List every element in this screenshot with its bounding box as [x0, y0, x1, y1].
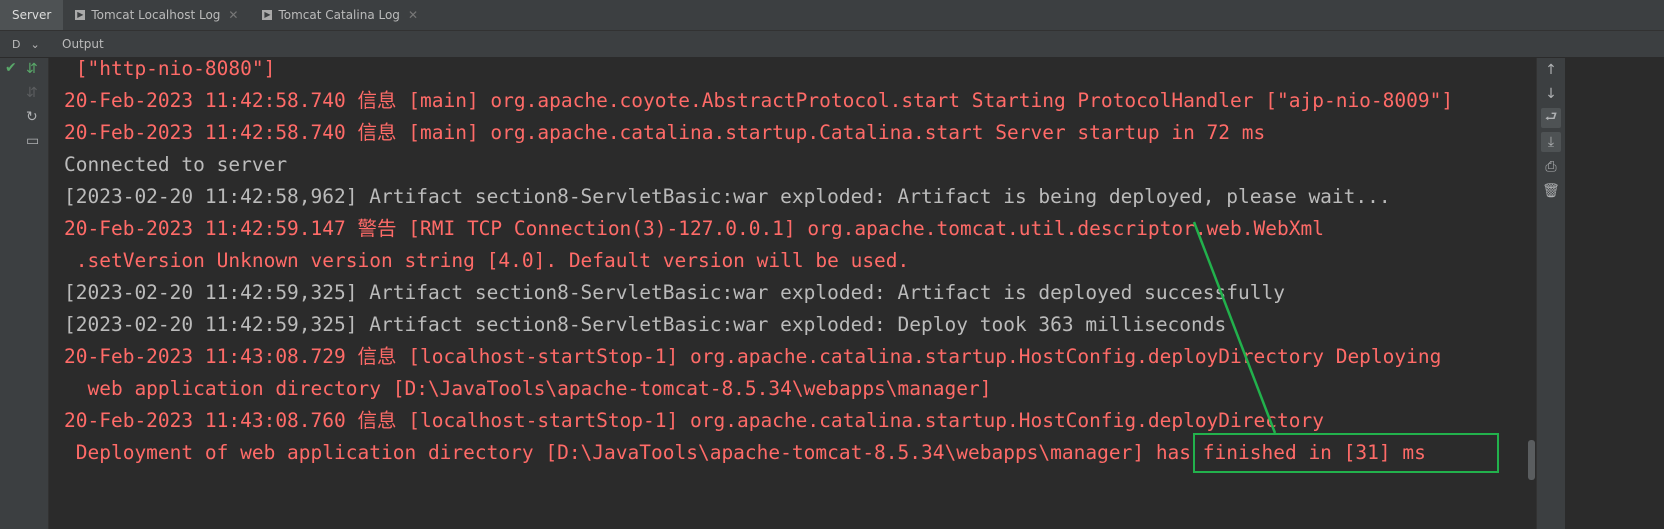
right-toolbar: ↑ ↓ ⮐ ⤓ ⎙ 🗑	[1536, 58, 1565, 529]
print-icon[interactable]: ⎙	[1541, 157, 1561, 177]
scroll-to-end-icon[interactable]: ⤓	[1541, 132, 1561, 152]
left-toolbar: ✔ ⇵ ⇵ ↻ ▭	[0, 58, 49, 529]
console-line: [2023-02-20 11:42:59,325] Artifact secti…	[64, 281, 1285, 304]
console-line: 20-Feb-2023 11:42:59.147 警告 [RMI TCP Con…	[64, 217, 1324, 240]
console-line: Connected to server	[64, 153, 288, 176]
undeploy-icon[interactable]: ⇵	[26, 85, 38, 101]
tab-label: Tomcat Catalina Log	[278, 8, 400, 22]
chevron-down-icon: ⌄	[30, 37, 40, 51]
check-icon: ✔	[5, 60, 17, 76]
soft-wrap-icon[interactable]: ⮐	[1541, 108, 1561, 128]
tab-tomcat-catalina-log[interactable]: ▶ Tomcat Catalina Log ✕	[250, 0, 430, 30]
refresh-icon[interactable]: ↻	[26, 109, 38, 125]
highlight-box	[1193, 433, 1499, 473]
tab-label: Server	[12, 8, 52, 22]
output-tab[interactable]: Output	[62, 37, 104, 51]
deploy-icon[interactable]: ⇵	[26, 61, 38, 77]
console-line: ["http-nio-8080"]	[64, 58, 276, 80]
console-line: 20-Feb-2023 11:42:58.740 信息 [main] org.a…	[64, 89, 1454, 112]
add-config-icon[interactable]: ▭	[26, 133, 39, 149]
tab-tomcat-localhost-log[interactable]: ▶ Tomcat Localhost Log ✕	[63, 0, 250, 30]
console-line: [2023-02-20 11:42:59,325] Artifact secti…	[64, 313, 1227, 336]
close-icon[interactable]: ✕	[228, 8, 238, 22]
trash-icon[interactable]: 🗑	[1541, 181, 1561, 201]
output-header-bar: D ⌄ Output	[0, 31, 1664, 58]
log-tab-icon: ▶	[262, 10, 273, 20]
arrow-down-icon[interactable]: ↓	[1541, 84, 1561, 104]
tool-window-tab-bar: Server ▶ Tomcat Localhost Log ✕ ▶ Tomcat…	[0, 0, 1664, 31]
deployment-dropdown[interactable]: D ⌄	[0, 38, 48, 51]
console-line: [2023-02-20 11:42:58,962] Artifact secti…	[64, 185, 1391, 208]
console-line: 20-Feb-2023 11:43:08.760 信息 [localhost-s…	[64, 409, 1324, 432]
scrollbar-thumb[interactable]	[1528, 440, 1535, 480]
arrow-up-icon[interactable]: ↑	[1541, 60, 1561, 80]
close-icon[interactable]: ✕	[408, 8, 418, 22]
console-line: 20-Feb-2023 11:42:58.740 信息 [main] org.a…	[64, 121, 1266, 144]
dropdown-value: D	[12, 37, 21, 51]
tab-server[interactable]: Server	[0, 0, 64, 30]
console-line: web application directory [D:\JavaTools\…	[64, 377, 992, 400]
console-line: .setVersion Unknown version string [4.0]…	[64, 249, 910, 272]
tab-label: Tomcat Localhost Log	[91, 8, 221, 22]
console-line: 20-Feb-2023 11:43:08.729 信息 [localhost-s…	[64, 345, 1442, 368]
log-tab-icon: ▶	[75, 10, 86, 20]
